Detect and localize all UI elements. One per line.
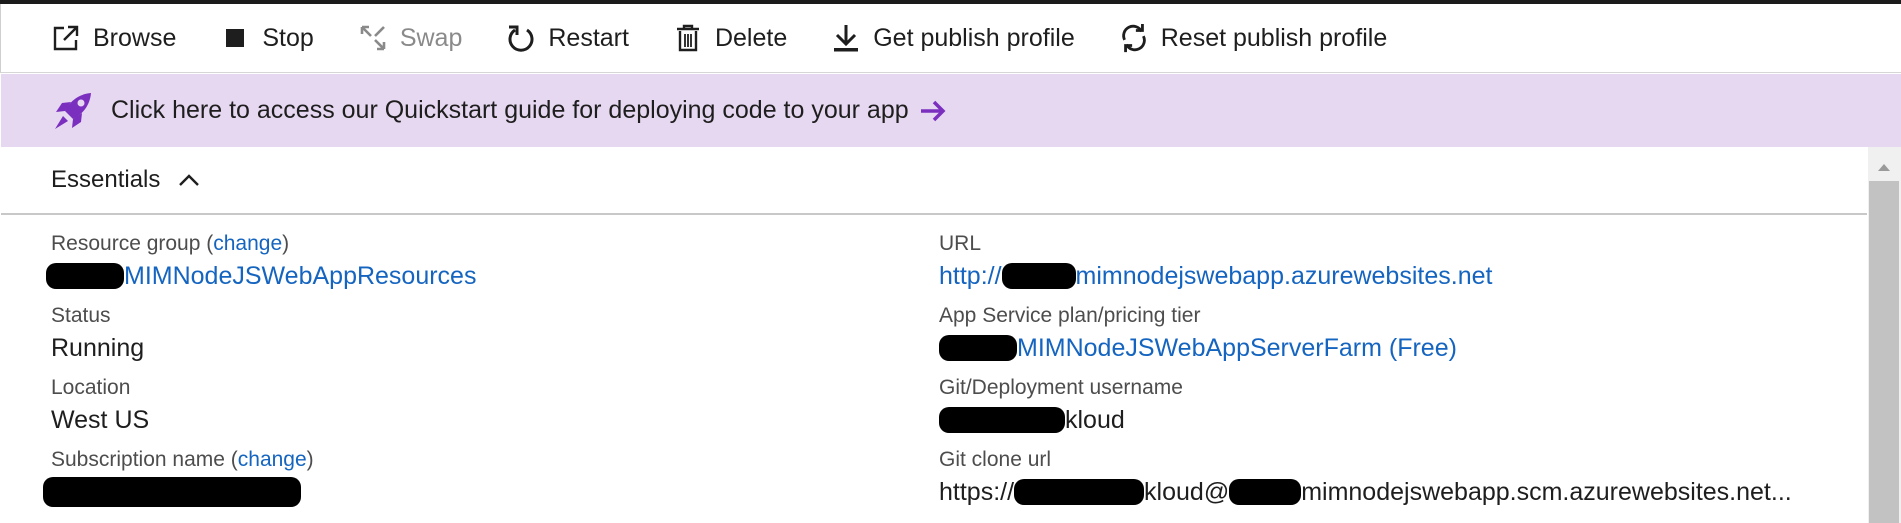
- get-publish-profile-label: Get publish profile: [873, 23, 1075, 52]
- redacted-block: [1001, 263, 1076, 289]
- git-username-label: Git/Deployment username: [939, 376, 1183, 399]
- command-toolbar: Browse Stop Swap Restart Delete Get publ…: [0, 4, 1901, 73]
- stop-label: Stop: [262, 23, 314, 52]
- plan-label: App Service plan/pricing tier: [939, 304, 1201, 327]
- plan-link[interactable]: MIMNodeJSWebAppServerFarm (Free): [1017, 331, 1457, 365]
- refresh-icon: [1119, 23, 1149, 53]
- arrow-right-icon: [919, 99, 947, 123]
- swap-button[interactable]: Swap: [358, 23, 463, 53]
- essentials-right-column: URL http:// mimnodejswebapp.azurewebsite…: [939, 231, 1792, 519]
- stop-icon: [220, 23, 250, 53]
- delete-button[interactable]: Delete: [673, 23, 787, 53]
- git-clone-label: Git clone url: [939, 448, 1052, 471]
- vertical-scrollbar[interactable]: [1868, 147, 1901, 523]
- url-label: URL: [939, 232, 982, 255]
- git-clone-field: Git clone url https:// kloud@ mimnodejsw…: [939, 447, 1792, 519]
- git-username-field: Git/Deployment username kloud: [939, 375, 1792, 447]
- redacted-block: [46, 263, 124, 289]
- resource-group-change-link[interactable]: change: [213, 232, 282, 255]
- quickstart-banner-text: Click here to access our Quickstart guid…: [111, 96, 909, 124]
- redacted-block: [43, 477, 301, 507]
- redacted-block: [1014, 479, 1145, 505]
- essentials-header[interactable]: Essentials: [1, 147, 1867, 215]
- external-link-icon: [51, 23, 81, 53]
- quickstart-banner[interactable]: Click here to access our Quickstart guid…: [1, 74, 1901, 147]
- resource-group-field: Resource group (change) MIMNodeJSWebAppR…: [46, 231, 476, 303]
- git-username-value: kloud: [1065, 406, 1125, 434]
- browse-button[interactable]: Browse: [51, 23, 176, 53]
- resource-group-link[interactable]: MIMNodeJSWebAppResources: [124, 259, 476, 293]
- restart-button[interactable]: Restart: [506, 23, 629, 53]
- plan-field: App Service plan/pricing tier MIMNodeJSW…: [939, 303, 1792, 375]
- location-value: West US: [51, 406, 150, 434]
- subscription-label: Subscription name (change): [51, 448, 314, 471]
- reset-publish-profile-button[interactable]: Reset publish profile: [1119, 23, 1388, 53]
- subscription-change-link[interactable]: change: [238, 448, 307, 471]
- redacted-block: [1229, 479, 1302, 505]
- redacted-block: [939, 407, 1065, 433]
- download-icon: [831, 23, 861, 53]
- swap-label: Swap: [399, 23, 463, 52]
- scrollbar-thumb[interactable]: [1869, 181, 1899, 523]
- scroll-up-arrow-icon[interactable]: [1877, 159, 1891, 177]
- reset-publish-profile-label: Reset publish profile: [1160, 23, 1388, 52]
- git-clone-value: https:// kloud@ mimnodejswebapp.scm.azur…: [939, 478, 1792, 506]
- status-label: Status: [51, 304, 111, 327]
- status-value: Running: [51, 334, 145, 362]
- location-label: Location: [51, 376, 131, 399]
- essentials-left-column: Resource group (change) MIMNodeJSWebAppR…: [43, 231, 476, 519]
- restart-label: Restart: [548, 23, 629, 52]
- location-field: Location West US: [51, 375, 476, 447]
- essentials-title: Essentials: [51, 166, 161, 193]
- rocket-icon: [51, 89, 95, 133]
- url-link[interactable]: http:// mimnodejswebapp.azurewebsites.ne…: [939, 259, 1792, 293]
- chevron-up-icon[interactable]: [178, 173, 200, 187]
- restart-icon: [506, 23, 536, 53]
- resource-group-label: Resource group (change): [51, 232, 290, 255]
- swap-icon: [358, 23, 388, 53]
- get-publish-profile-button[interactable]: Get publish profile: [831, 23, 1075, 53]
- trash-icon: [673, 23, 703, 53]
- status-field: Status Running: [51, 303, 476, 375]
- browse-label: Browse: [93, 23, 177, 52]
- url-field: URL http:// mimnodejswebapp.azurewebsite…: [939, 231, 1792, 303]
- stop-button[interactable]: Stop: [220, 23, 314, 53]
- redacted-block: [939, 335, 1017, 361]
- subscription-field: Subscription name (change): [43, 447, 476, 519]
- delete-label: Delete: [714, 23, 788, 52]
